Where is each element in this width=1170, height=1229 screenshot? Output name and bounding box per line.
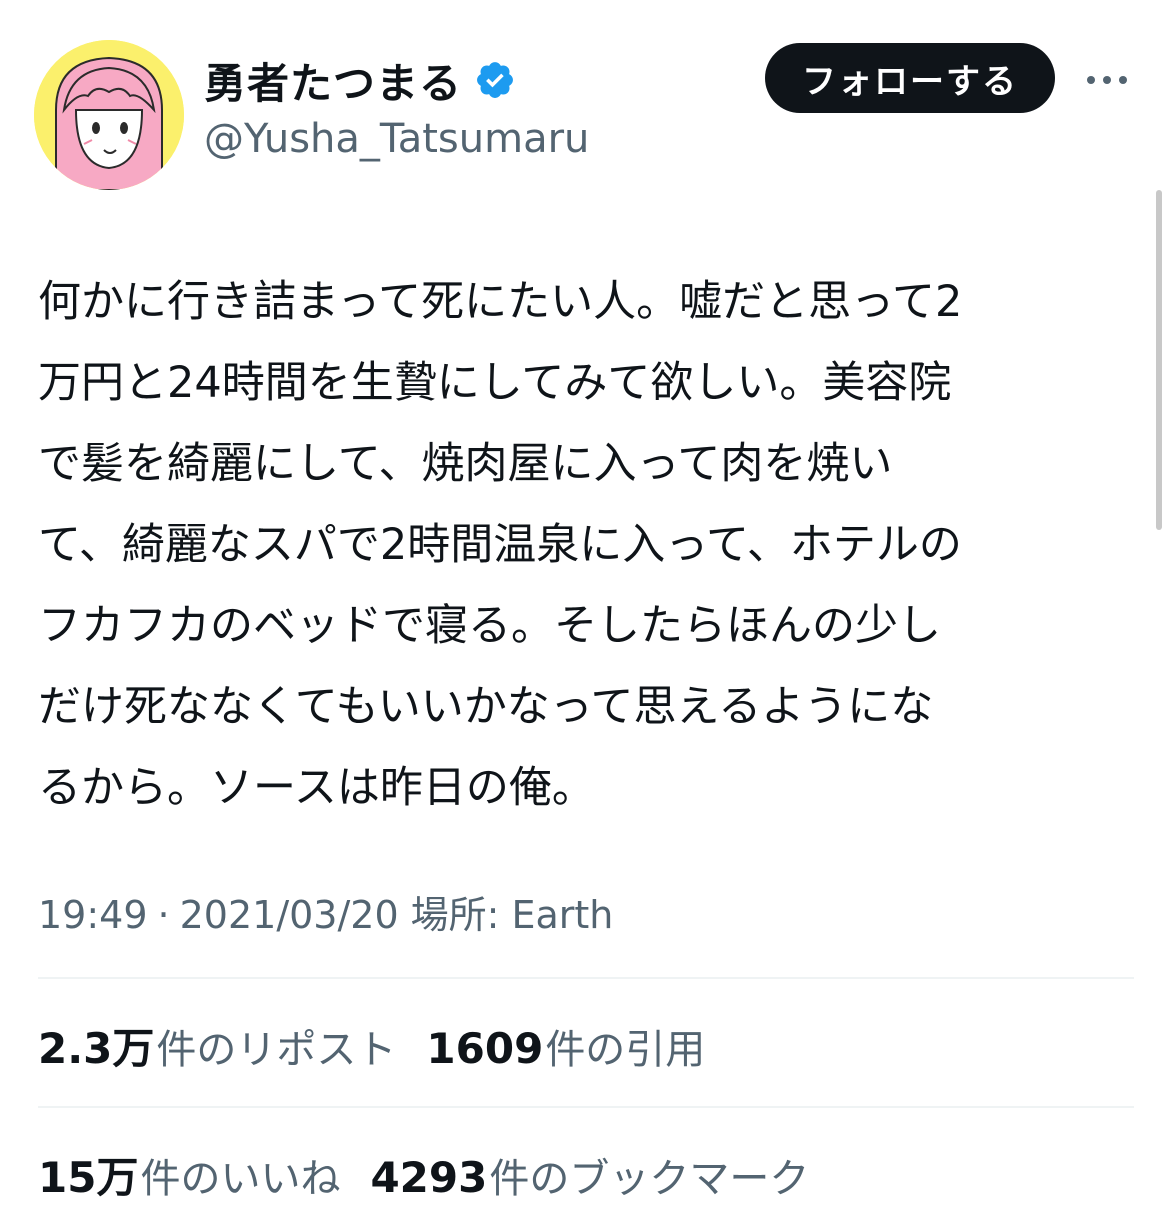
- likes-count: 15万: [38, 1153, 139, 1202]
- tweet-text-line: 何かに行き詰まって死にたい人。嘘だと思って2: [38, 277, 963, 327]
- bookmarks-stat[interactable]: 4293 件のブックマーク: [370, 1146, 809, 1204]
- tweet-header: 勇者たつまる @Yusha_Tatsumaru フォローする: [0, 0, 1170, 200]
- tweet-text-line: だけ死ななくてもいいかなって思えるようにな: [38, 682, 934, 732]
- avatar-illustration: [34, 40, 184, 190]
- user-handle[interactable]: @Yusha_Tatsumaru: [204, 116, 589, 162]
- reposts-label: 件のリポスト: [156, 1027, 397, 1073]
- divider: [38, 977, 1134, 979]
- tweet-text-line: で髪を綺麗にして、焼肉屋に入って肉を焼い: [38, 439, 893, 489]
- location-label: 場所:: [410, 893, 500, 937]
- display-name[interactable]: 勇者たつまる: [204, 50, 462, 111]
- more-button[interactable]: [1082, 60, 1132, 100]
- tweet-text: 何かに行き詰まって死にたい人。嘘だと思って2 万円と24時間を生贄にしてみて欲し…: [38, 262, 1128, 829]
- likes-label: 件のいいね: [140, 1156, 341, 1202]
- tweet-text-line: フカフカのベッドで寝る。そしたらほんの少し: [38, 601, 941, 651]
- bookmarks-count: 4293: [370, 1153, 488, 1202]
- quotes-count: 1609: [426, 1024, 544, 1073]
- tweet-text-line: るから。ソースは昨日の俺。: [38, 763, 595, 813]
- quotes-stat[interactable]: 1609 件の引用: [426, 1017, 705, 1075]
- follow-button[interactable]: フォローする: [765, 43, 1055, 113]
- location-value: Earth: [511, 893, 614, 937]
- quotes-label: 件の引用: [545, 1027, 706, 1073]
- likes-stat[interactable]: 15万 件のいいね: [38, 1144, 340, 1205]
- more-dots-icon: [1087, 76, 1127, 84]
- tweet-time[interactable]: 19:49: [38, 893, 148, 937]
- tweet-text-line: 万円と24時間を生贄にしてみて欲しい。美容院: [38, 358, 952, 408]
- tweet-date[interactable]: 2021/03/20: [180, 893, 399, 937]
- scrollbar[interactable]: [1156, 190, 1162, 530]
- tweet-text-line: て、綺麗なスパで2時間温泉に入って、ホテルの: [38, 520, 962, 570]
- stats-row-reposts-quotes: 2.3万 件のリポスト 1609 件の引用: [38, 1015, 735, 1076]
- name-row: 勇者たつまる: [204, 54, 516, 108]
- avatar[interactable]: [34, 40, 184, 190]
- verified-badge-icon: [477, 62, 513, 98]
- divider: [38, 1106, 1134, 1108]
- tweet-metadata: 19:49 · 2021/03/20 場所: Earth: [38, 884, 613, 939]
- stats-row-likes-bookmarks: 15万 件のいいね 4293 件のブックマーク: [38, 1144, 839, 1205]
- bookmarks-label: 件のブックマーク: [489, 1156, 810, 1202]
- reposts-stat[interactable]: 2.3万 件のリポスト: [38, 1015, 396, 1076]
- reposts-count: 2.3万: [38, 1024, 155, 1073]
- meta-separator: ·: [157, 893, 170, 937]
